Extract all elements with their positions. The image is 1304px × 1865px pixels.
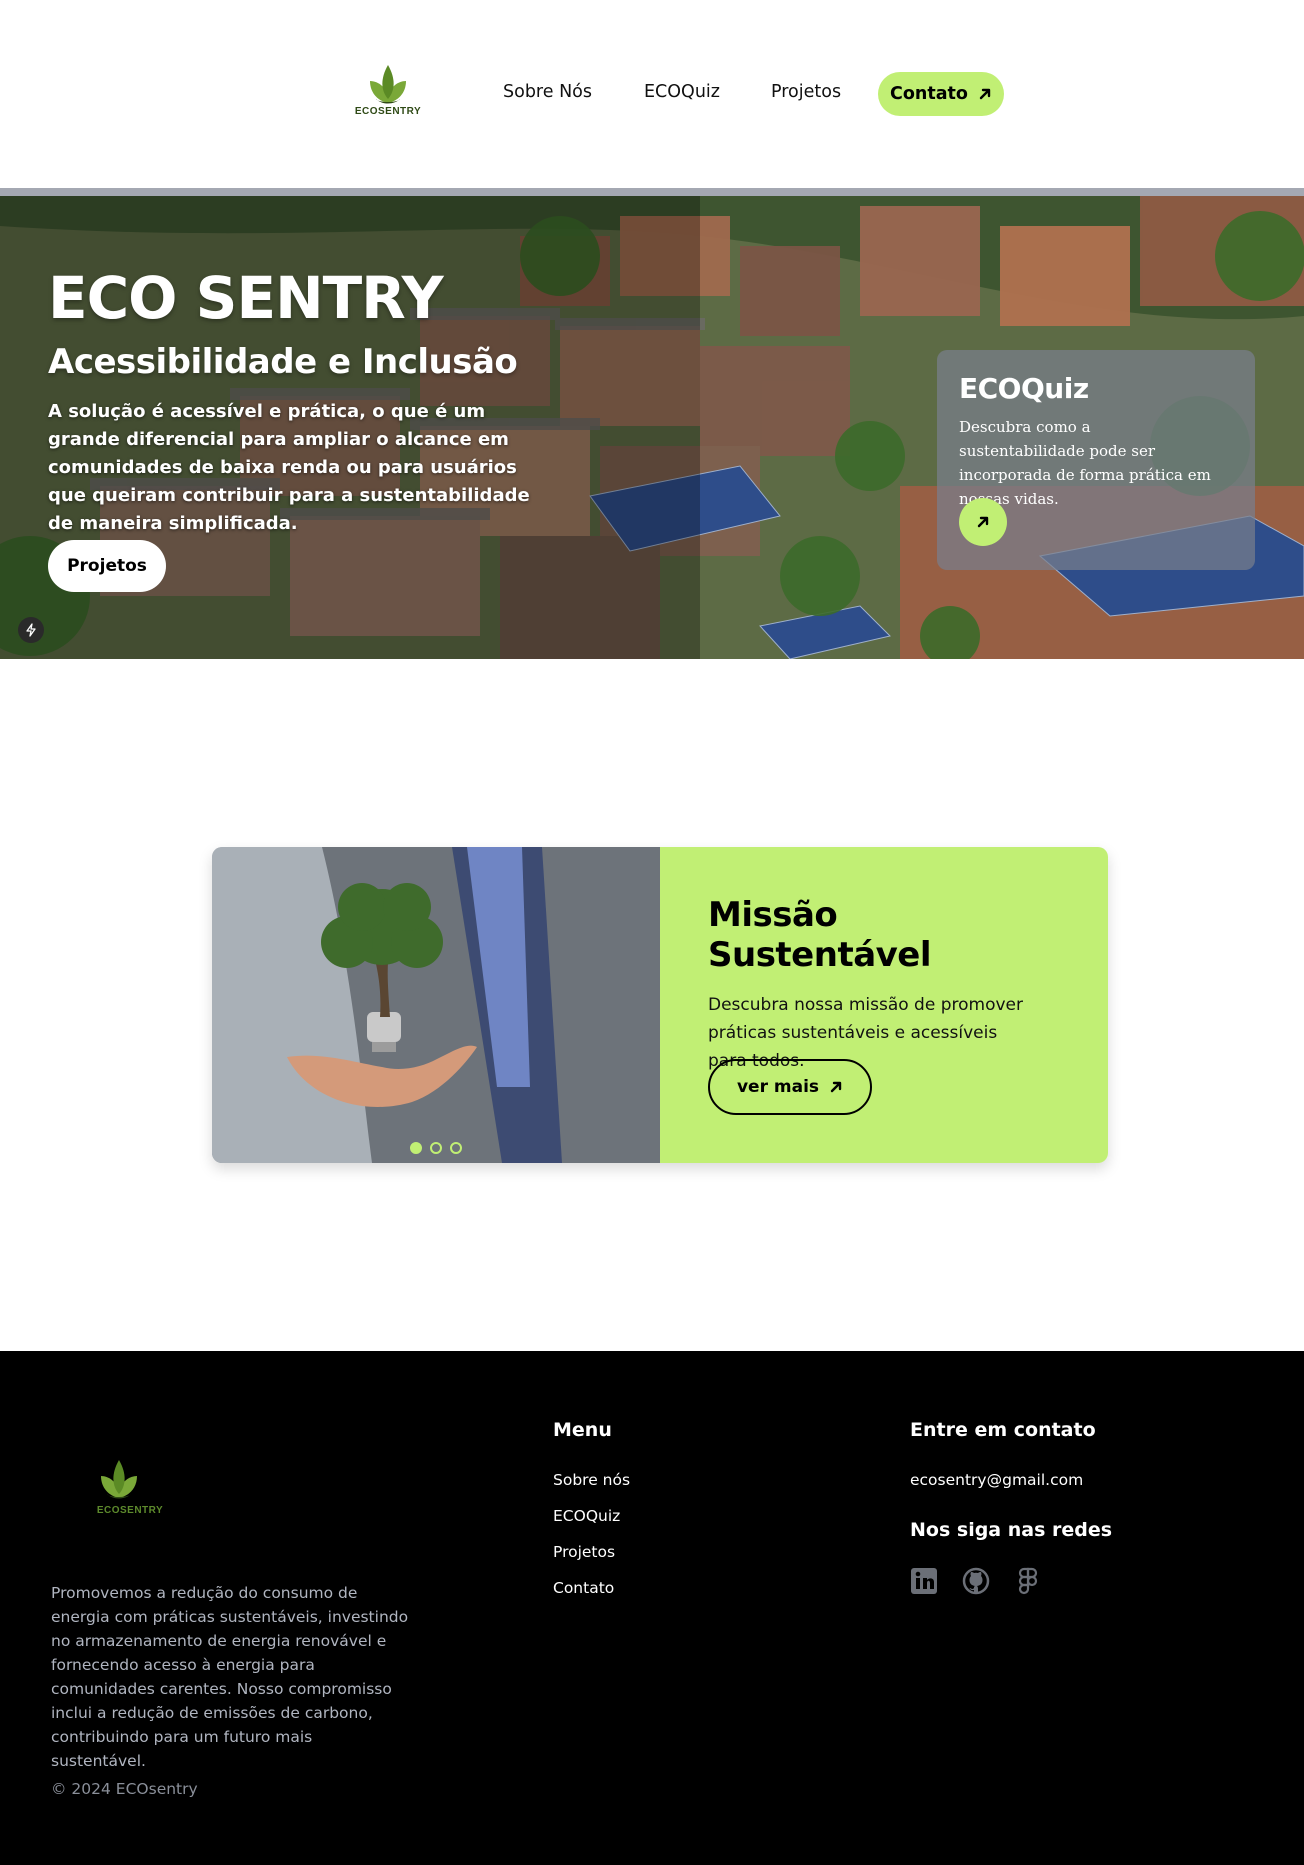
copyright: © 2024 ECOsentry <box>51 1780 198 1798</box>
ecoquiz-title: ECOQuiz <box>959 372 1089 405</box>
hero-subtitle: Acessibilidade e Inclusão <box>48 342 518 382</box>
footer-link-ecoquiz[interactable]: ECOQuiz <box>553 1507 620 1525</box>
logo-text: ECOSENTRY <box>354 106 422 117</box>
carousel-dot-2[interactable] <box>430 1142 442 1154</box>
hero-title: ECO SENTRY <box>48 264 444 332</box>
carousel-dot-3[interactable] <box>450 1142 462 1154</box>
contact-button-label: Contato <box>890 84 968 104</box>
nav-projetos[interactable]: Projetos <box>771 82 841 102</box>
nav-sobre-nos[interactable]: Sobre Nós <box>503 82 592 102</box>
leaf-logo-icon <box>370 65 406 104</box>
leaf-logo-icon <box>101 1460 137 1499</box>
ecoquiz-description: Descubra como a sustentabilidade pode se… <box>959 418 1211 508</box>
footer-logo-text: ECOSENTRY <box>96 1505 164 1516</box>
arrow-up-right-icon <box>830 1081 842 1093</box>
lightning-icon[interactable] <box>18 617 44 643</box>
header-divider <box>0 188 1304 196</box>
ver-mais-label: ver mais <box>736 1077 820 1097</box>
carousel-dots <box>410 1142 462 1154</box>
tree-lightbulb-illustration <box>212 847 660 1163</box>
footer-email-link[interactable]: ecosentry@gmail.com <box>910 1471 1083 1489</box>
ecoquiz-open-button[interactable] <box>959 498 1007 546</box>
footer-link-sobre-nos[interactable]: Sobre nós <box>553 1471 630 1489</box>
linkedin-icon[interactable] <box>910 1567 938 1595</box>
arrow-up-right-icon <box>979 88 991 100</box>
site-footer: ECOSENTRY Promovemos a redução do consum… <box>0 1351 1304 1865</box>
mission-title: Missão Sustentável <box>708 895 932 975</box>
footer-contact-heading: Entre em contato <box>910 1419 1096 1441</box>
hero-banner: ECO SENTRY Acessibilidade e Inclusão A s… <box>0 196 1304 659</box>
mission-carousel: Missão Sustentável Descubra nossa missão… <box>212 847 1108 1163</box>
footer-link-projetos[interactable]: Projetos <box>553 1543 615 1561</box>
mission-image <box>212 847 660 1163</box>
nav-ecoquiz[interactable]: ECOQuiz <box>644 82 720 102</box>
ecoquiz-card: ECOQuiz Descubra como a sustentabilidade… <box>937 350 1255 570</box>
mission-panel: Missão Sustentável Descubra nossa missão… <box>660 847 1108 1163</box>
ver-mais-button[interactable]: ver mais <box>708 1059 872 1115</box>
carousel-dot-1[interactable] <box>410 1142 422 1154</box>
footer-link-contato[interactable]: Contato <box>553 1579 614 1597</box>
hero-description: A solução é acessível e prática, o que é… <box>48 401 530 534</box>
logo[interactable]: ECOSENTRY <box>353 61 423 127</box>
footer-logo[interactable]: ECOSENTRY <box>95 1456 165 1522</box>
contact-button[interactable]: Contato <box>878 72 1004 116</box>
figma-icon[interactable] <box>1014 1567 1042 1595</box>
footer-social-heading: Nos siga nas redes <box>910 1519 1113 1541</box>
footer-menu-heading: Menu <box>553 1419 612 1441</box>
footer-description: Promovemos a redução do consumo de energ… <box>51 1584 409 1770</box>
arrow-up-right-icon <box>977 516 989 528</box>
projetos-button[interactable]: Projetos <box>48 540 166 592</box>
github-icon[interactable] <box>962 1567 990 1595</box>
site-header: ECOSENTRY Sobre Nós ECOQuiz Projetos Con… <box>0 0 1304 188</box>
